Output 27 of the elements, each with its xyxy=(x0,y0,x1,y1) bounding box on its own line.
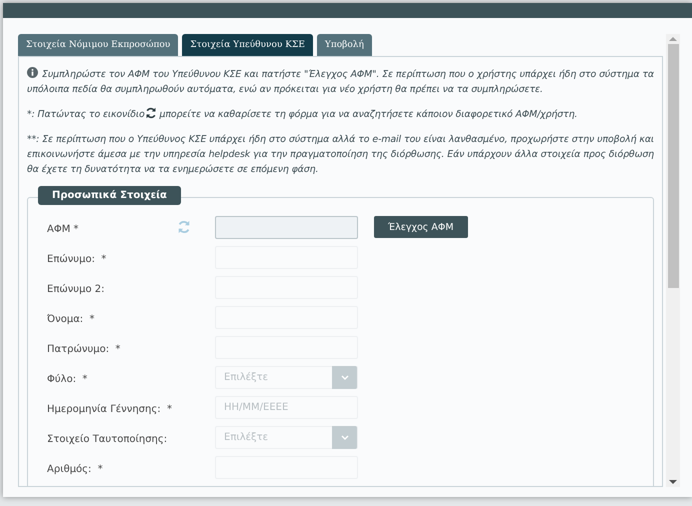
field-label: Όνομα: * xyxy=(46,313,96,325)
tab[interactable]: Στοιχεία Υπεύθυνου ΚΣΕ xyxy=(182,34,313,56)
tab[interactable]: Στοιχεία Νόμιμου Εκπροσώπου xyxy=(18,34,178,56)
check-afm-button[interactable]: Έλεγχος ΑΦΜ xyxy=(374,216,468,238)
scrollbar[interactable] xyxy=(666,34,680,487)
tab[interactable]: Υποβολή xyxy=(316,34,372,56)
note-text: **: Σε περίπτωση που ο Υπεύθυνος ΚΣΕ υπάρχει ήδη στο σύστημα αλλά το e-mail του είναι λανθασμένο, προχωρήστε στην υποβολή και επικοινωνήστε άμεσα με την υπηρεσία helpdesk για την πραγματοποίηση της διόρθωσης. Εάν υπάρχουν άλλα στοιχεία προς διόρθωση θα έχετε τη δυνατότητα να τα ενημερώσετε σε επόμενη φάση. xyxy=(27,133,654,177)
info-icon xyxy=(27,67,38,78)
refresh-icon xyxy=(144,107,157,119)
chevron-down-icon[interactable] xyxy=(340,435,348,440)
reset-note-text: *: Πατώντας το εικονίδιο xyxy=(27,109,145,120)
chevron-down-icon[interactable] xyxy=(340,375,348,380)
field-label: Στοιχείο Ταυτοποίησης: xyxy=(46,433,168,445)
field-label: Αριθμός: * xyxy=(46,463,104,475)
section-title: Προσωπικά Στοιχεία xyxy=(38,186,181,205)
field-label: Φύλο: * xyxy=(46,373,88,385)
field-label: ΑΦΜ * xyxy=(46,223,80,235)
scroll-up-icon[interactable] xyxy=(669,34,677,44)
field-label: Πατρώνυμο: * xyxy=(46,343,122,355)
reset-note-text: μπορείτε να καθαρίσετε τη φόρμα για να αναζητήσετε κάποιον διαφορετικό ΑΦΜ/χρήστη. xyxy=(160,109,578,120)
info-text: Συμπληρώστε τον ΑΦΜ του Υπεύθυνου ΚΣΕ και πατήστε "Έλεγχος ΑΦΜ". Σε περίπτωση που ο χρήστης υπάρχει ήδη στο σύστημα τα υπόλοιπα πεδία θα συμπληρωθούν αυτόματα, ενώ αν πρόκειται για νέο χρήστη θα πρέπει να τα συμπληρώσετε. xyxy=(27,67,654,97)
field-label: Επώνυμο: * xyxy=(46,253,108,265)
field-label: Επώνυμο 2: xyxy=(46,283,106,295)
scroll-down-icon[interactable] xyxy=(669,477,677,487)
input-field[interactable] xyxy=(215,216,358,239)
field-label: Ημερομηνία Γέννησης: * xyxy=(46,403,173,415)
refresh-icon[interactable] xyxy=(177,220,191,234)
